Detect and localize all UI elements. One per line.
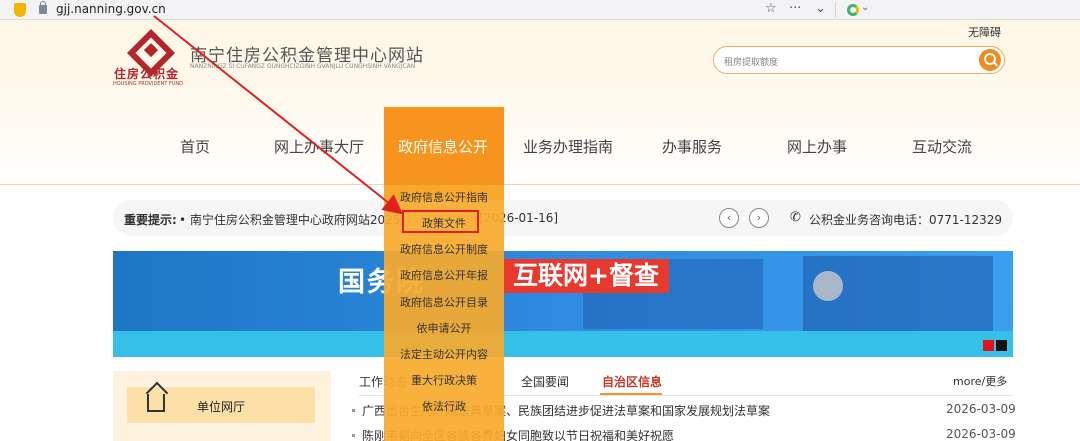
menu-item-statutory-disclosure[interactable]: 法定主动公开内容 (384, 346, 504, 362)
menu-item-disclosure-catalog[interactable]: 政府信息公开目录 (384, 294, 504, 310)
logo-text: 住房公积金 (114, 67, 180, 81)
active-tab-indicator (600, 393, 662, 395)
search-icon[interactable] (979, 49, 1001, 71)
search-engine-selector[interactable]: ⌄ (845, 2, 1040, 18)
toolbar-divider (835, 2, 836, 18)
phone-icon: ✆ (790, 210, 801, 225)
site-search-field[interactable]: 租房提取额度 (713, 46, 1005, 74)
tab-regional-info[interactable]: 自治区信息 (602, 373, 662, 390)
accessibility-link[interactable]: 无障碍 (968, 24, 1001, 40)
more-menu-icon[interactable]: ··· (789, 1, 801, 16)
nav-item-online-affairs[interactable]: 网上办事 (787, 136, 847, 157)
search-engine-icon (847, 4, 859, 16)
address-bar[interactable]: gjj.nanning.gov.cn (56, 2, 166, 16)
banner-decoration (813, 271, 843, 301)
logo-subtext: HOUSING PROVIDENT FUND (113, 81, 183, 87)
search-input[interactable]: 租房提取额度 (724, 55, 778, 68)
list-bullet (352, 409, 355, 412)
nav-item-business-guide[interactable]: 业务办理指南 (523, 136, 613, 157)
menu-item-law-based-admin[interactable]: 依法行政 (384, 398, 504, 414)
news-item-date: 2026-03-09 (946, 427, 1016, 441)
notice-bar: 重要提示: • 南宁住房公积金管理中心政府网站2025 [2026-01-16]… (113, 200, 1013, 236)
site-header: 住房公积金 HOUSING PROVIDENT FUND 南宁住房公积金管理中心… (0, 20, 1080, 205)
chevron-down-icon[interactable]: ⌄ (815, 1, 826, 16)
nav-item-gov-info[interactable]: 政府信息公开 (398, 136, 488, 157)
prev-notice-button[interactable]: ‹ (719, 208, 739, 228)
list-bullet (352, 434, 355, 437)
menu-item-disclosure-system[interactable]: 政府信息公开制度 (384, 241, 504, 257)
notice-label: 重要提示: (124, 213, 177, 227)
nav-item-interaction[interactable]: 互动交流 (912, 136, 972, 157)
nav-item-online-hall[interactable]: 网上办事大厅 (274, 136, 364, 157)
banner-strip (113, 331, 1013, 357)
browser-toolbar: gjj.nanning.gov.cn ☆ ··· ⌄ ⌄ (0, 0, 1080, 20)
menu-item-annual-report[interactable]: 政府信息公开年报 (384, 267, 504, 283)
building-icon (147, 394, 165, 412)
hotline-text: 公积金业务咨询电话：0771-12329 (809, 213, 1003, 227)
menu-item-disclosure-on-request[interactable]: 依申请公开 (384, 320, 504, 336)
menu-item-major-decisions[interactable]: 重大行政决策 (384, 372, 504, 388)
nav-item-home[interactable]: 首页 (180, 136, 210, 157)
unit-hall-label: 单位网厅 (197, 400, 246, 414)
notice-link[interactable]: • 南宁住房公积金管理中心政府网站2025 (179, 211, 400, 228)
bookmark-star-icon[interactable]: ☆ (765, 1, 777, 16)
nav-item-services[interactable]: 办事服务 (662, 136, 722, 157)
menu-item-disclosure-guide[interactable]: 政府信息公开指南 (384, 189, 504, 205)
chevron-down-icon: ⌄ (861, 2, 870, 13)
more-link[interactable]: more/更多 (953, 373, 1007, 389)
banner-slide-dot-active[interactable] (983, 340, 994, 351)
banner-subtitle: 互联网+督查 (503, 259, 669, 293)
site-title-pinyin: NANZNINGZ SI CUFANGZ GUNGHCIZGINH GVANJL… (190, 63, 416, 70)
lock-icon[interactable] (39, 1, 47, 14)
shield-icon[interactable] (14, 3, 26, 17)
left-quick-panel: 单位网厅 (113, 371, 331, 441)
highlight-box (402, 210, 479, 233)
tab-national-news[interactable]: 全国要闻 (521, 373, 569, 390)
promo-banner[interactable]: 国务院 互联网+督查 (113, 251, 1013, 357)
next-notice-button[interactable]: › (749, 208, 769, 228)
banner-slide-dot[interactable] (996, 340, 1007, 351)
news-item-date: 2026-03-09 (946, 402, 1016, 416)
